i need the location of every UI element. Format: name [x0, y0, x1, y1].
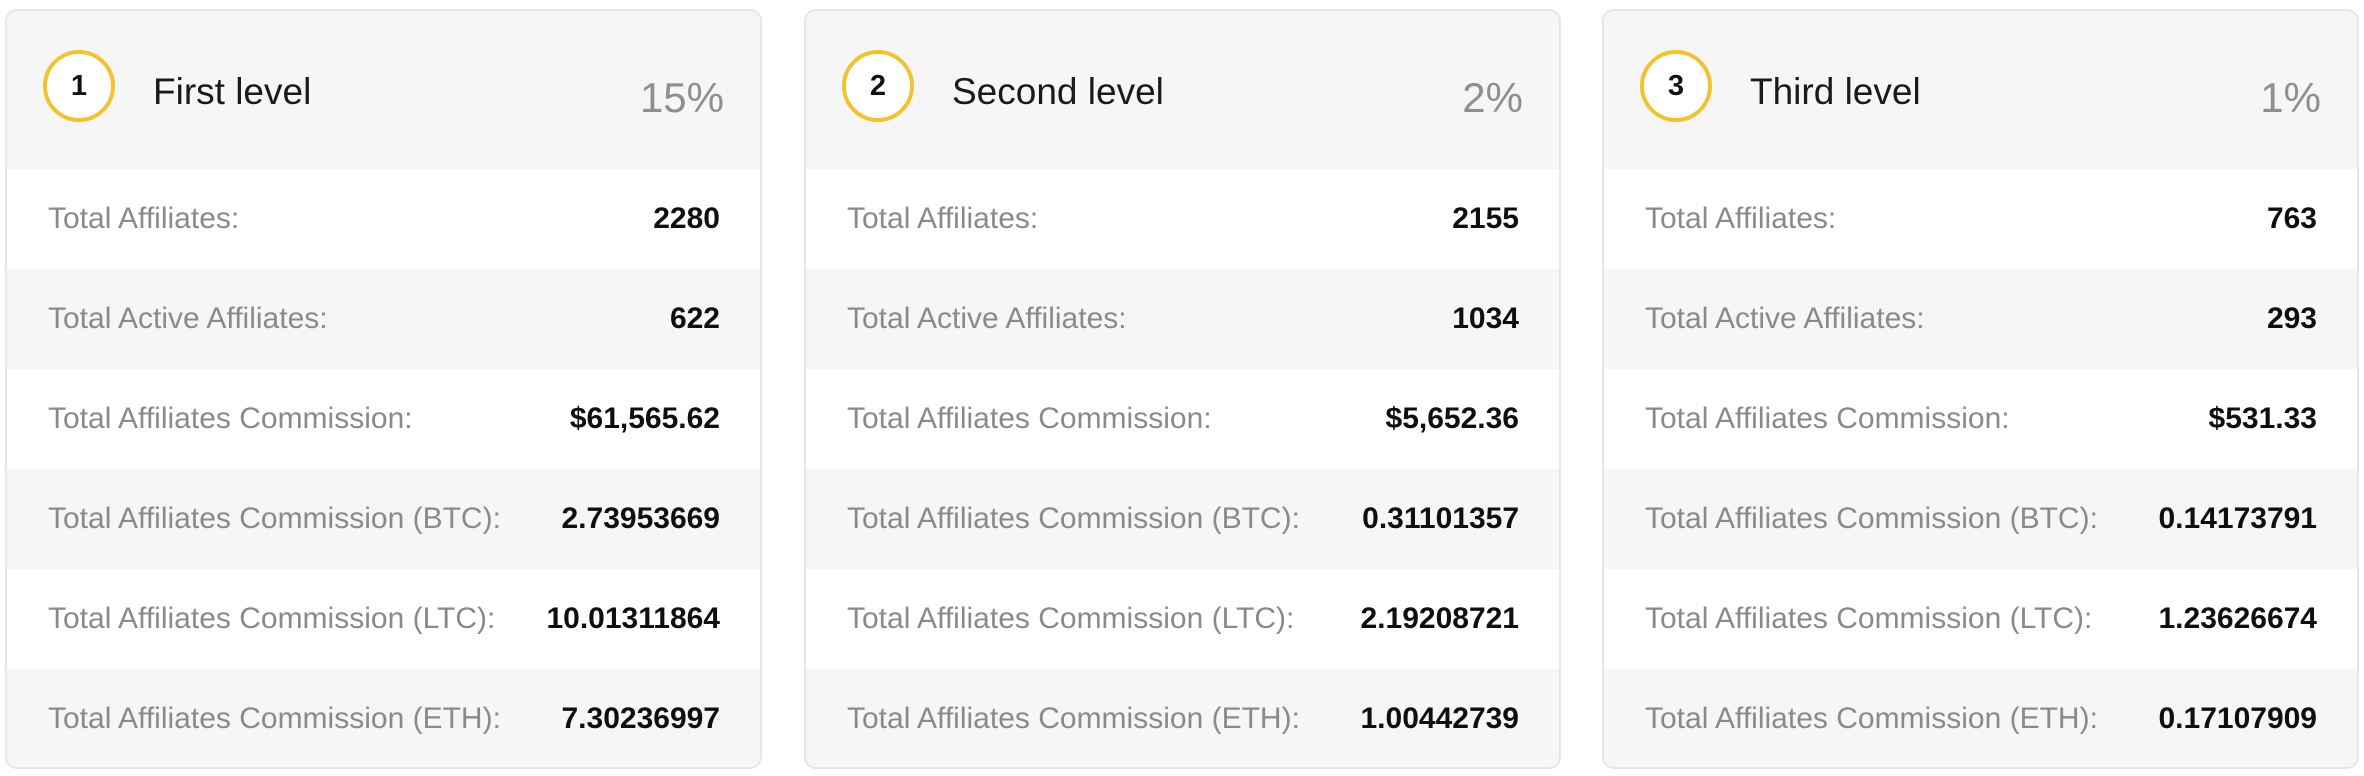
stat-row-commission-btc: Total Affiliates Commission (BTC): 2.739…	[7, 469, 760, 569]
stat-row-commission-btc: Total Affiliates Commission (BTC): 0.311…	[806, 469, 1559, 569]
level-stats: Total Affiliates: 763 Total Active Affil…	[1604, 169, 2357, 767]
stat-value: 1034	[1452, 302, 1519, 335]
level-title: First level	[153, 71, 312, 112]
affiliate-levels: 1 First level 15% Total Affiliates: 2280…	[5, 9, 2359, 771]
stat-label: Total Affiliates Commission:	[48, 402, 413, 435]
stat-row-total-affiliates: Total Affiliates: 2155	[806, 169, 1559, 269]
stat-value: 2280	[653, 202, 720, 235]
stat-row-total-affiliates: Total Affiliates: 2280	[7, 169, 760, 269]
stat-row-total-active-affiliates: Total Active Affiliates: 622	[7, 269, 760, 369]
stat-label: Total Affiliates Commission (BTC):	[847, 502, 1300, 535]
stat-row-total-commission: Total Affiliates Commission: $531.33	[1604, 369, 2357, 469]
stat-value: 0.17107909	[2158, 702, 2318, 735]
stat-value: $61,565.62	[569, 402, 720, 435]
stat-row-commission-ltc: Total Affiliates Commission (LTC): 1.236…	[1604, 569, 2357, 669]
level-title: Third level	[1750, 71, 1921, 112]
level-commission-percent: 1%	[2260, 74, 2321, 121]
stat-row-commission-ltc: Total Affiliates Commission (LTC): 10.01…	[7, 569, 760, 669]
stat-value: 7.30236997	[561, 702, 721, 735]
stat-value: 1.00442739	[1360, 702, 1520, 735]
stat-value: 0.14173791	[2158, 502, 2318, 535]
level-stats: Total Affiliates: 2280 Total Active Affi…	[7, 169, 760, 767]
stat-value: 763	[2266, 202, 2317, 235]
stat-row-total-affiliates: Total Affiliates: 763	[1604, 169, 2357, 269]
level-number-badge: 1	[43, 50, 115, 122]
level-title: Second level	[952, 71, 1164, 112]
stat-value: 10.01311864	[546, 602, 720, 635]
stat-value: 2155	[1452, 202, 1519, 235]
level-card-second: 2 Second level 2% Total Affiliates: 2155…	[804, 9, 1561, 769]
stat-label: Total Affiliates Commission (BTC):	[1645, 502, 2098, 535]
stat-label: Total Affiliates:	[48, 202, 240, 235]
stat-label: Total Active Affiliates:	[847, 302, 1127, 335]
stat-label: Total Affiliates Commission (LTC):	[1645, 602, 2093, 635]
stat-value: $531.33	[2208, 402, 2317, 435]
stat-label: Total Affiliates:	[847, 202, 1039, 235]
level-number-badge: 3	[1640, 50, 1712, 122]
stat-label: Total Active Affiliates:	[1645, 302, 1925, 335]
level-card-header: 1 First level 15%	[7, 11, 760, 169]
stat-value: 293	[2266, 302, 2317, 335]
stat-row-total-commission: Total Affiliates Commission: $61,565.62	[7, 369, 760, 469]
stat-row-commission-eth: Total Affiliates Commission (ETH): 0.171…	[1604, 669, 2357, 767]
stat-value: $5,652.36	[1385, 402, 1519, 435]
stat-row-total-active-affiliates: Total Active Affiliates: 1034	[806, 269, 1559, 369]
stat-row-commission-btc: Total Affiliates Commission (BTC): 0.141…	[1604, 469, 2357, 569]
level-commission-percent: 2%	[1462, 74, 1523, 121]
stat-label: Total Affiliates Commission (ETH):	[847, 702, 1300, 735]
stat-label: Total Affiliates:	[1645, 202, 1837, 235]
stat-label: Total Affiliates Commission:	[847, 402, 1212, 435]
stat-value: 2.19208721	[1360, 602, 1520, 635]
stat-label: Total Affiliates Commission (LTC):	[48, 602, 496, 635]
stat-label: Total Affiliates Commission (LTC):	[847, 602, 1295, 635]
stat-value: 1.23626674	[2158, 602, 2318, 635]
stat-row-total-active-affiliates: Total Active Affiliates: 293	[1604, 269, 2357, 369]
level-stats: Total Affiliates: 2155 Total Active Affi…	[806, 169, 1559, 767]
stat-value: 0.31101357	[1362, 502, 1519, 535]
stat-label: Total Affiliates Commission:	[1645, 402, 2010, 435]
level-card-first: 1 First level 15% Total Affiliates: 2280…	[5, 9, 762, 769]
stat-row-commission-eth: Total Affiliates Commission (ETH): 7.302…	[7, 669, 760, 767]
stat-row-commission-ltc: Total Affiliates Commission (LTC): 2.192…	[806, 569, 1559, 669]
stat-label: Total Active Affiliates:	[48, 302, 328, 335]
level-card-header: 3 Third level 1%	[1604, 11, 2357, 169]
stat-row-commission-eth: Total Affiliates Commission (ETH): 1.004…	[806, 669, 1559, 767]
level-commission-percent: 15%	[639, 74, 724, 121]
stat-label: Total Affiliates Commission (BTC):	[48, 502, 501, 535]
stat-row-total-commission: Total Affiliates Commission: $5,652.36	[806, 369, 1559, 469]
stat-value: 622	[669, 302, 720, 335]
level-card-header: 2 Second level 2%	[806, 11, 1559, 169]
level-card-third: 3 Third level 1% Total Affiliates: 763 T…	[1602, 9, 2359, 769]
stat-value: 2.73953669	[561, 502, 721, 535]
stat-label: Total Affiliates Commission (ETH):	[1645, 702, 2098, 735]
stat-label: Total Affiliates Commission (ETH):	[48, 702, 501, 735]
level-number-badge: 2	[842, 50, 914, 122]
